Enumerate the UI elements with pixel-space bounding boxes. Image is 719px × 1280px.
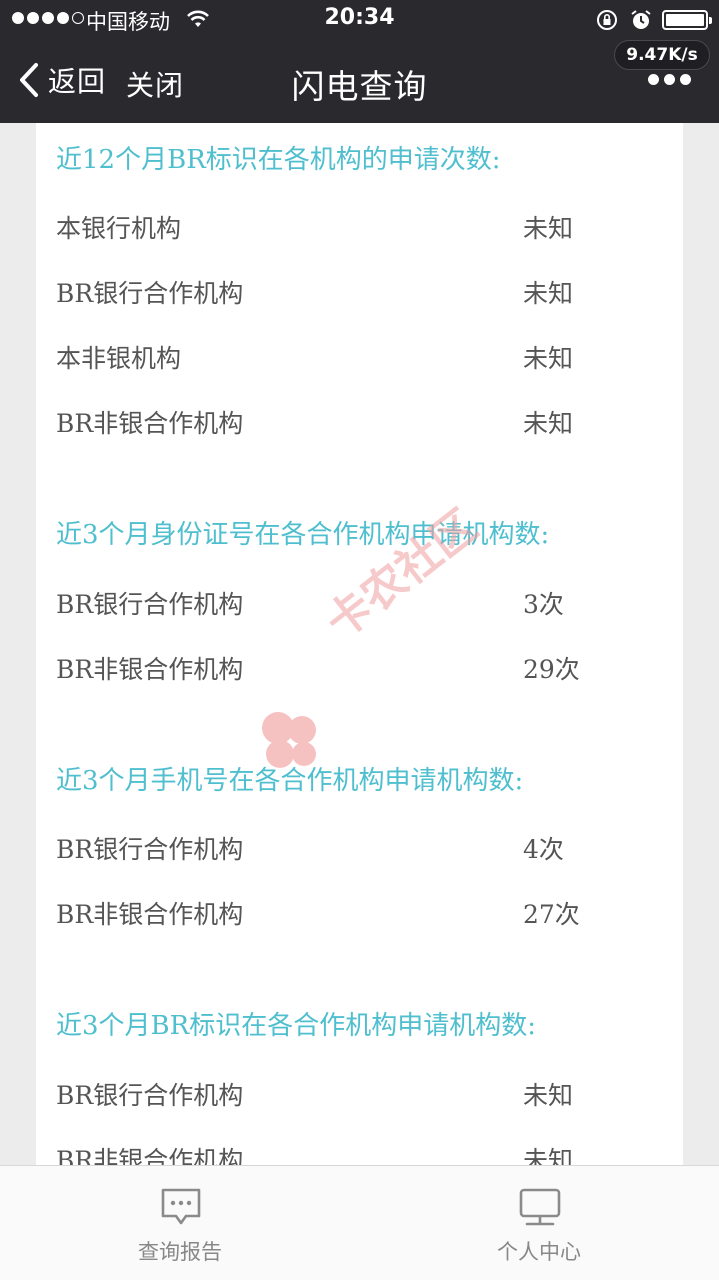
report-card: 近12个月BR标识在各机构的申请次数: 本银行机构 未知 BR银行合作机构 未知… — [36, 123, 683, 1165]
row-value: 4次 — [523, 835, 564, 864]
rotation-lock-icon — [597, 10, 617, 30]
monitor-icon — [519, 1188, 561, 1226]
section-title: 近12个月BR标识在各机构的申请次数: — [56, 145, 501, 175]
page-title: 闪电查询 — [291, 67, 428, 106]
nav-bar: 返回 关闭 闪电查询 9.47K/s — [0, 38, 719, 123]
section-title: 近3个月手机号在各合作机构申请机构数: — [56, 766, 524, 796]
row-value: 未知 — [523, 344, 574, 373]
row-label: BR非银合作机构 — [56, 409, 244, 438]
tab-personal-center[interactable]: 个人中心 — [439, 1166, 639, 1280]
network-speed-badge: 9.47K/s — [614, 40, 710, 70]
more-menu-icon[interactable] — [648, 74, 691, 85]
row-value: 未知 — [523, 1146, 574, 1165]
row-label: BR银行合作机构 — [56, 590, 244, 619]
row-value: 29次 — [523, 655, 580, 684]
row-label: BR银行合作机构 — [56, 279, 244, 308]
chat-report-icon — [161, 1188, 201, 1225]
tab-label: 查询报告 — [138, 1240, 222, 1264]
row-label: BR非银合作机构 — [56, 655, 244, 684]
row-label: BR银行合作机构 — [56, 835, 244, 864]
row-label: BR银行合作机构 — [56, 1081, 244, 1110]
section-title: 近3个月身份证号在各合作机构申请机构数: — [56, 520, 550, 550]
row-value: 27次 — [523, 900, 580, 929]
battery-icon — [662, 10, 712, 30]
row-label: 本银行机构 — [56, 214, 182, 243]
row-value: 未知 — [523, 279, 574, 308]
tab-label: 个人中心 — [497, 1240, 581, 1264]
status-bar: 中国移动 20:34 — [0, 0, 719, 38]
row-value: 未知 — [523, 409, 574, 438]
tab-query-report[interactable]: 查询报告 — [80, 1166, 280, 1280]
row-label: BR非银合作机构 — [56, 1146, 244, 1165]
row-value: 未知 — [523, 1081, 574, 1110]
alarm-icon — [631, 10, 651, 29]
row-label: 本非银机构 — [56, 344, 182, 373]
row-label: BR非银合作机构 — [56, 900, 244, 929]
top-bar: 中国移动 20:34 返回 关闭 闪电查询 9.47K/s — [0, 0, 719, 123]
row-value: 未知 — [523, 214, 574, 243]
bottom-tab-bar: 查询报告 个人中心 — [0, 1165, 719, 1280]
row-value: 3次 — [523, 590, 564, 619]
section-title: 近3个月BR标识在各合作机构申请机构数: — [56, 1011, 536, 1041]
